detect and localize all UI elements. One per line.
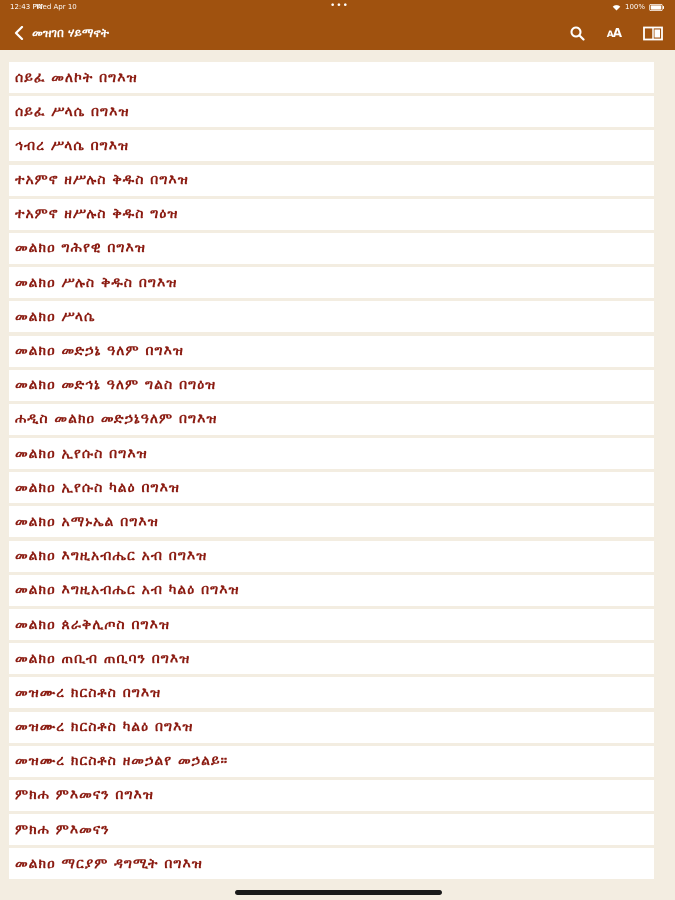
search-icon bbox=[570, 26, 585, 41]
list-item[interactable]: መልክዐ ግሕየዊ በግእዝ bbox=[9, 232, 654, 264]
list-item[interactable]: መዝሙረ ክርስቶስ በግእዝ bbox=[9, 677, 654, 709]
list-item[interactable]: መልክዐ መድኃኔ ዓለም በግእዝ bbox=[9, 335, 654, 367]
list-item[interactable]: መልክዐ ኢየሱስ በግእዝ bbox=[9, 438, 654, 470]
list-item-label: መልክዐ መድኃኔ ዓለም በግእዝ bbox=[15, 343, 184, 359]
list-item-label: መልክዐ ጰራቅሊጦስ በግእዝ bbox=[15, 616, 171, 633]
battery-percent: 100% bbox=[624, 3, 645, 11]
search-button[interactable] bbox=[570, 26, 585, 41]
list-item-label: መዝሙረ ክርስቶስ ካልዕ በግእዝ bbox=[15, 719, 194, 736]
list-item-label: ሰይፈ ሥላሴ በግእዝ bbox=[15, 103, 130, 120]
home-indicator[interactable] bbox=[235, 890, 442, 895]
list-item[interactable]: ምክሐ ምእመናን በግእዝ bbox=[9, 779, 654, 811]
status-indicators: 100% bbox=[612, 3, 665, 11]
list-item[interactable]: ሐዲስ መልክዐ መድኃኔዓለም በግእዝ bbox=[9, 403, 654, 435]
multitasking-dots[interactable]: ••• bbox=[330, 1, 349, 11]
nav-actions: AA bbox=[570, 22, 663, 44]
list-item[interactable]: መልክዐ መድኅኔ ዓለም ግልስ በግዕዝ bbox=[9, 369, 654, 401]
list-item-label: ምክሐ ምእመናን በግእዝ bbox=[15, 787, 154, 804]
navigation-bar: 12:43 PM Wed Apr 10 ••• 100% መዝገበ ሃይማኖት bbox=[0, 0, 675, 50]
list-item[interactable]: መልክዐ ጠቢብ ጠቢባን በግእዝ bbox=[9, 643, 654, 675]
back-button[interactable]: መዝገበ ሃይማኖት bbox=[14, 22, 109, 44]
list-item-label: መልክዐ እግዚአብሔር አብ ካልዕ በግእዝ bbox=[15, 582, 240, 599]
list-item-label: መልክዐ ማርያም ዳግሚት በግእዝ bbox=[15, 855, 203, 872]
list-item-label: ኅብረ ሥላሴ በግእዝ bbox=[15, 137, 130, 154]
list-item-label: ሰይፈ መለኮት በግእዝ bbox=[15, 69, 138, 86]
list-item[interactable]: መልክዐ አማኑኤል በግእዝ bbox=[9, 506, 654, 538]
list-item[interactable]: መልክዐ ሥላሴ bbox=[9, 301, 654, 333]
list-item[interactable]: ኅብረ ሥላሴ በግእዝ bbox=[9, 130, 654, 162]
status-date: Wed Apr 10 bbox=[36, 3, 77, 11]
book-button[interactable] bbox=[643, 26, 663, 41]
list-item[interactable]: ሰይፈ መለኮት በግእዝ bbox=[9, 62, 654, 93]
font-size-icon: AA bbox=[607, 26, 622, 40]
list-item[interactable]: መልክዐ ማርያም ዳግሚት በግእዝ bbox=[9, 848, 654, 880]
battery-icon bbox=[649, 3, 664, 11]
list-item-label: መልክዐ ኢየሱስ ካልዕ በግእዝ bbox=[15, 479, 180, 496]
list-item[interactable]: መልክዐ እግዚአብሔር አብ ካልዕ በግእዝ bbox=[9, 574, 654, 606]
list-item-label: መዝሙረ ክርስቶስ ዘመኃልየ መኃልይ። bbox=[15, 753, 229, 770]
list-item[interactable]: መልክዐ ኢየሱስ ካልዕ በግእዝ bbox=[9, 472, 654, 504]
list-item[interactable]: ምክሐ ምእመናን bbox=[9, 814, 654, 846]
wifi-icon bbox=[612, 4, 621, 10]
list-item[interactable]: መዝሙረ ክርስቶስ ዘመኃልየ መኃልይ። bbox=[9, 745, 654, 777]
list-item-label: መዝሙረ ክርስቶስ በግእዝ bbox=[15, 684, 162, 701]
chevron-left-icon bbox=[14, 26, 24, 40]
list-item-label: መልክዐ ግሕየዊ በግእዝ bbox=[15, 240, 146, 257]
list-item-label: መልክዐ መድኅኔ ዓለም ግልስ በግዕዝ bbox=[15, 377, 217, 394]
page-title: መዝገበ ሃይማኖት bbox=[32, 25, 109, 40]
prayer-list: ሰይፈ መለኮት በግእዝ ሰይፈ ሥላሴ በግእዝ ኅብረ ሥላሴ በግእዝ … bbox=[9, 62, 654, 883]
list-item[interactable]: መዝሙረ ክርስቶስ ካልዕ በግእዝ bbox=[9, 711, 654, 743]
list-item-label: መልክዐ ሥሉስ ቅዱስ በግእዝ bbox=[15, 274, 178, 291]
book-icon bbox=[643, 26, 663, 40]
status-bar: 12:43 PM Wed Apr 10 ••• 100% bbox=[0, 0, 675, 14]
list-item-label: ምክሐ ምእመናን bbox=[15, 821, 110, 838]
list-item[interactable]: ሰይፈ ሥላሴ በግእዝ bbox=[9, 96, 654, 128]
list-item[interactable]: ተአምኖ ዘሥሉስ ቅዱስ በግእዝ bbox=[9, 164, 654, 196]
font-size-icon-big: A bbox=[612, 26, 622, 40]
list-item-label: መልክዐ ጠቢብ ጠቢባን በግእዝ bbox=[15, 650, 191, 667]
list-item-label: መልክዐ ሥላሴ bbox=[15, 308, 96, 325]
list-item-label: ተአምኖ ዘሥሉስ ቅዱስ ግዕዝ bbox=[15, 206, 179, 223]
list-item-label: መልክዐ አማኑኤል በግእዝ bbox=[15, 513, 159, 530]
list-item[interactable]: መልክዐ ጰራቅሊጦስ በግእዝ bbox=[9, 609, 654, 640]
list-item-label: መልክዐ እግዚአብሔር አብ በግእዝ bbox=[15, 548, 208, 565]
list-item-label: ሐዲስ መልክዐ መድኃኔዓለም በግእዝ bbox=[15, 411, 218, 428]
list-item[interactable]: ተአምኖ ዘሥሉስ ቅዱስ ግዕዝ bbox=[9, 198, 654, 230]
list-item[interactable]: መልክዐ እግዚአብሔር አብ በግእዝ bbox=[9, 540, 654, 572]
list-item-label: ተአምኖ ዘሥሉስ ቅዱስ በግእዝ bbox=[15, 172, 189, 189]
list-item[interactable]: መልክዐ ሥሉስ ቅዱስ በግእዝ bbox=[9, 267, 654, 299]
list-item-label: መልክዐ ኢየሱስ በግእዝ bbox=[15, 445, 148, 462]
font-size-button[interactable]: AA bbox=[607, 26, 622, 40]
